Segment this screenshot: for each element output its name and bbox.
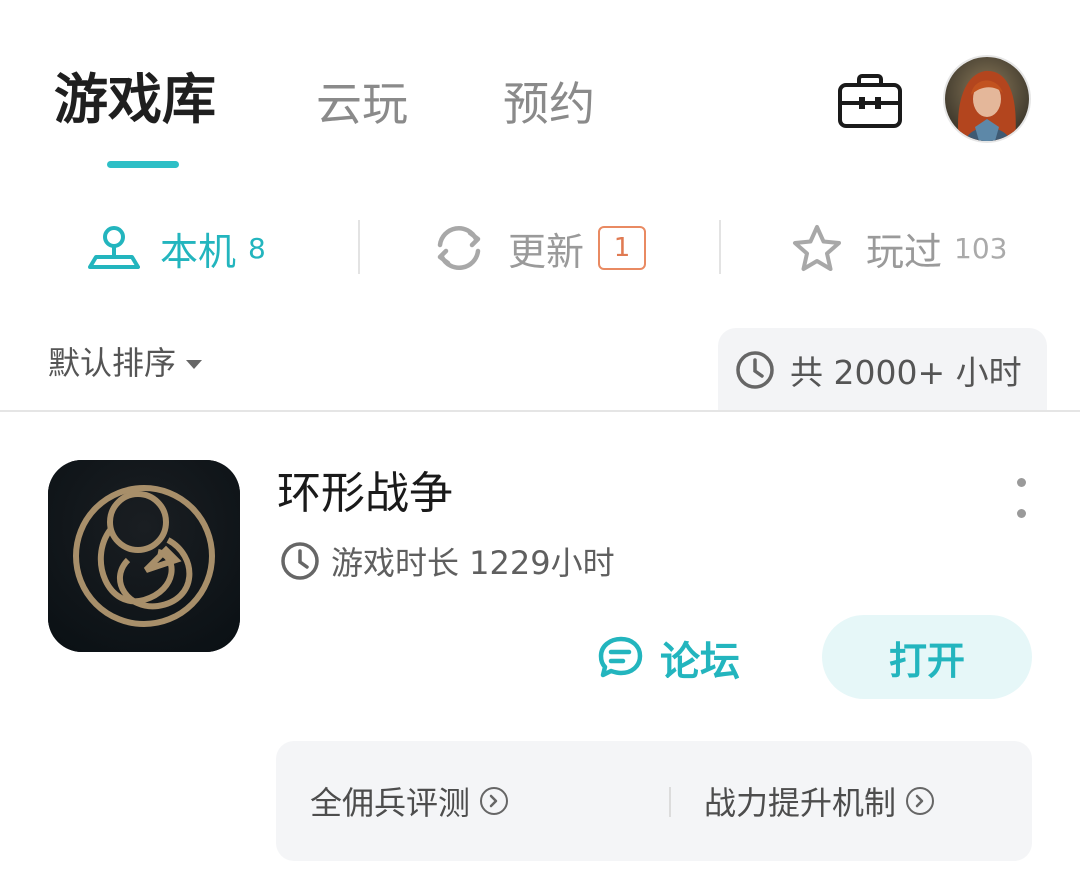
update-count-badge: 1 (598, 226, 647, 270)
filter-divider (719, 220, 721, 274)
map-pin-icon (88, 226, 140, 269)
avatar-portrait-image (945, 57, 1029, 141)
game-logo-image (48, 460, 240, 652)
filter-played-count: 103 (954, 231, 1008, 265)
section-divider (0, 410, 1080, 412)
clock-icon (281, 542, 319, 580)
toolbox-icon-graphic (838, 74, 902, 128)
dot (1016, 478, 1026, 487)
tab-game-library[interactable]: 游戏库 (54, 62, 216, 138)
game-playtime: 游戏时长 1229小时 (279, 536, 615, 586)
filter-local[interactable]: 本机 8 (88, 208, 266, 288)
chevron-right-circle-icon (480, 787, 509, 815)
total-hours-chip: 共 2000+ 小时 (718, 328, 1047, 412)
user-avatar[interactable] (945, 57, 1029, 141)
open-game-button[interactable]: 打开 (822, 615, 1032, 699)
chevron-right-icon (489, 794, 498, 808)
game-title[interactable]: 环形战争 (277, 466, 453, 522)
tip-link-power-mechanism[interactable]: 战力提升机制 (704, 771, 935, 831)
sort-label: 默认排序 (48, 344, 177, 382)
tab-reservation[interactable]: 预约 (503, 66, 595, 142)
filter-updates[interactable]: 更新 1 (432, 208, 647, 288)
filter-local-count: 8 (248, 231, 266, 265)
forum-button[interactable]: 论坛 (596, 626, 740, 690)
clock-icon (736, 351, 774, 389)
star-outline-icon (793, 225, 841, 271)
refresh-icon (437, 225, 481, 271)
tip-label: 全佣兵评测 (310, 784, 471, 822)
game-tips-panel: 全佣兵评测 战力提升机制 (276, 741, 1032, 861)
caret-down-icon (186, 359, 203, 369)
toolbox-icon[interactable] (836, 72, 904, 130)
chevron-right-icon (915, 794, 924, 808)
filter-played-label: 玩过 (866, 229, 943, 274)
tab-cloud-play[interactable]: 云玩 (316, 66, 408, 142)
tip-link-mercenary-review[interactable]: 全佣兵评测 (310, 771, 509, 831)
filter-local-label: 本机 (160, 229, 237, 274)
chevron-right-circle-icon (906, 787, 935, 815)
game-playtime-text: 游戏时长 1229小时 (331, 544, 615, 582)
filter-updates-label: 更新 (508, 229, 585, 274)
forum-button-label: 论坛 (660, 639, 740, 685)
tip-divider (669, 787, 671, 817)
filter-divider (358, 220, 360, 274)
game-icon[interactable] (48, 460, 240, 652)
sort-dropdown[interactable]: 默认排序 (48, 336, 203, 386)
total-hours-text: 共 2000+ 小时 (790, 353, 1022, 392)
filter-played[interactable]: 玩过 103 (790, 208, 1007, 288)
open-game-button-label: 打开 (888, 638, 965, 683)
chat-bubble-icon (598, 636, 643, 678)
more-options-icon[interactable] (1006, 478, 1036, 518)
dot (1016, 509, 1026, 518)
tip-label: 战力提升机制 (704, 784, 897, 822)
active-tab-indicator (107, 161, 179, 168)
